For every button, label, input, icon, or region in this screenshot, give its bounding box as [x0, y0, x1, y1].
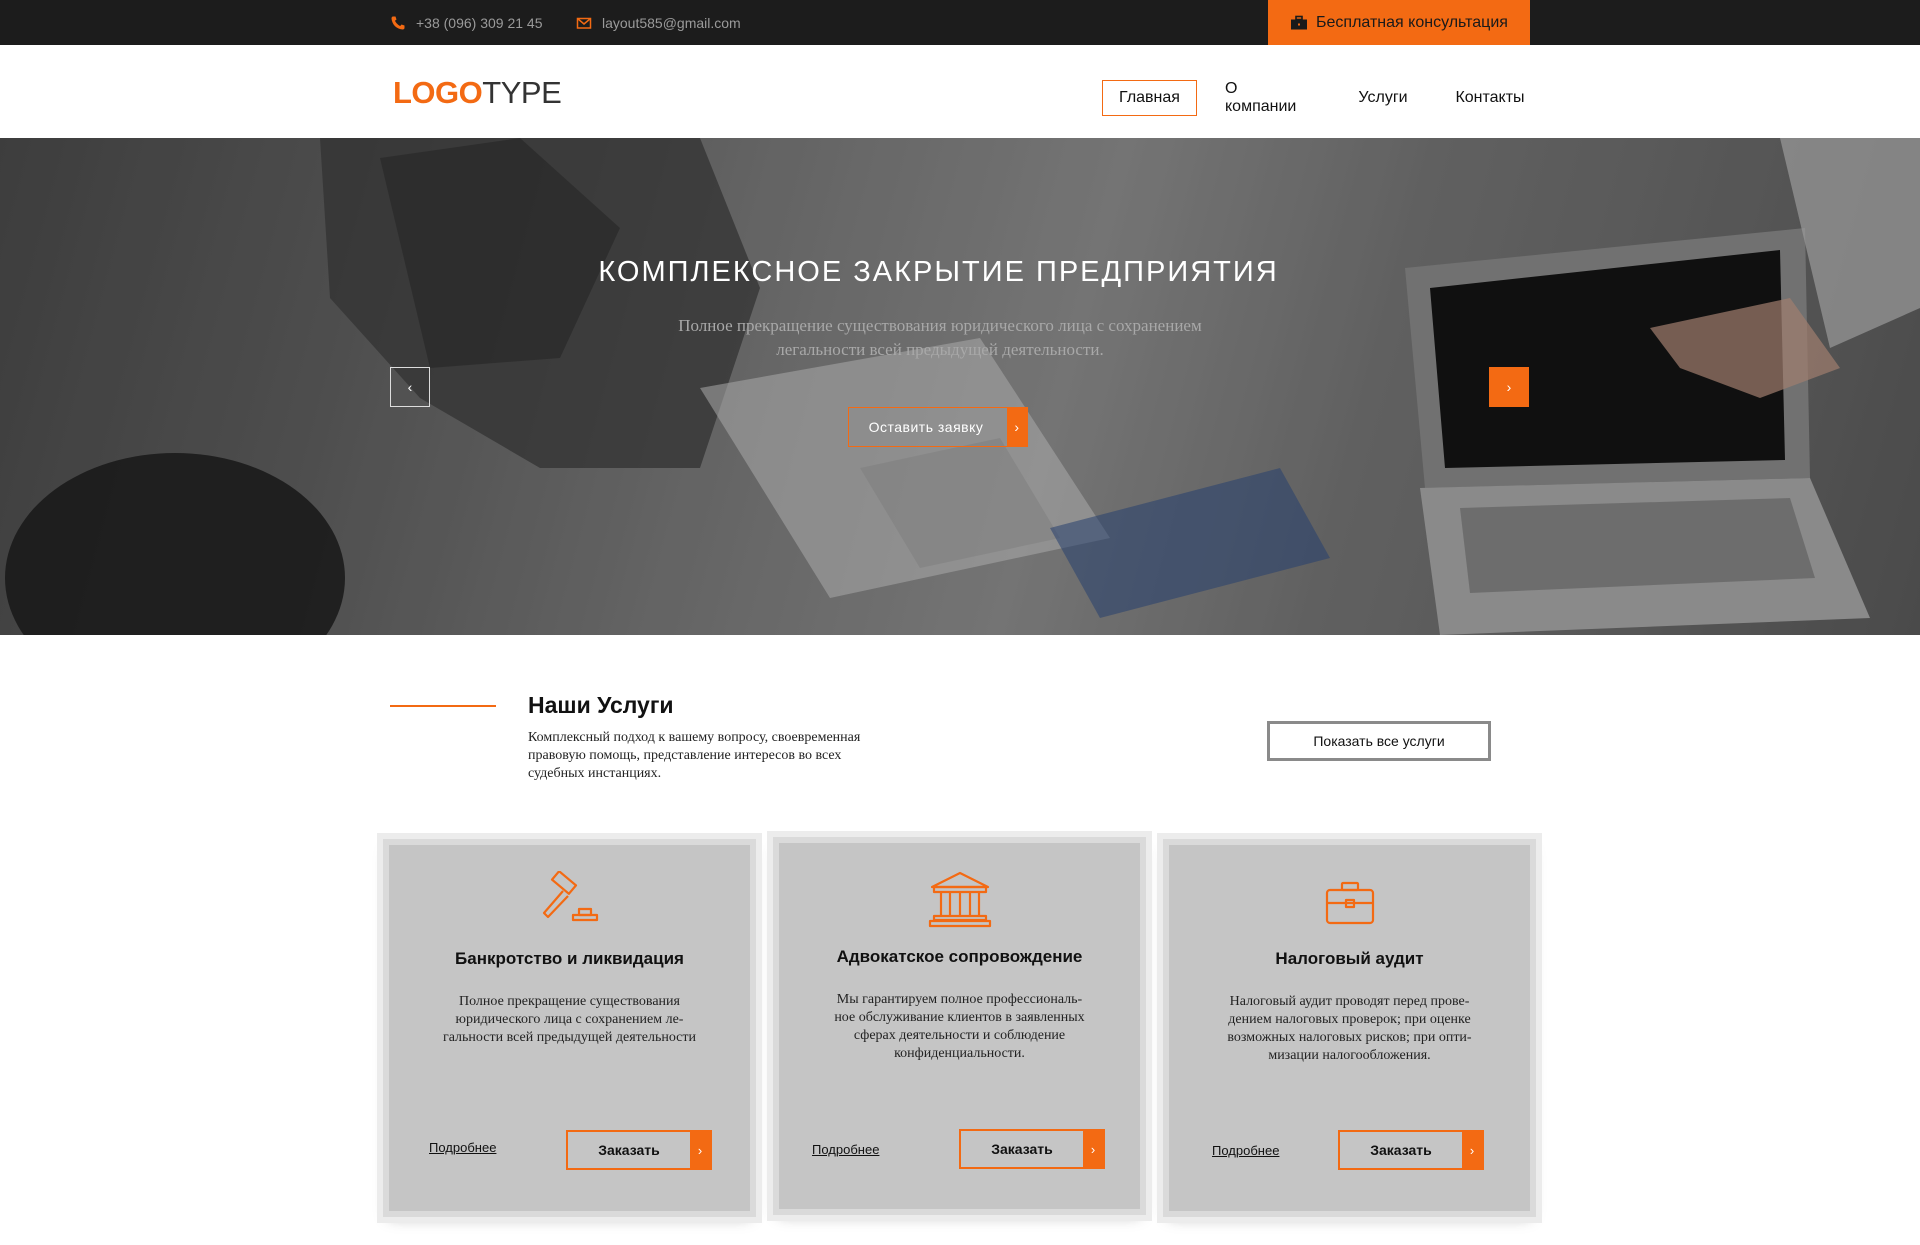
service-description-line: ное обслуживание клиентов в заявленных [834, 1010, 1085, 1025]
nav-item-about[interactable]: О компании [1209, 80, 1329, 116]
chevron-right-icon: › [1462, 1132, 1482, 1168]
service-card-advocacy: Адвокатское сопровождение Мы гарантируем… [779, 843, 1140, 1209]
hero-overlay [0, 138, 1920, 635]
services-description-line: правовую помощь, представление интересов… [528, 748, 842, 763]
nav-item-services[interactable]: Услуги [1342, 80, 1424, 116]
more-link[interactable]: Подробнее [429, 1140, 496, 1155]
order-button[interactable]: Заказать › [566, 1130, 712, 1170]
order-button[interactable]: Заказать › [959, 1129, 1105, 1169]
services-description-line: Комплексный подход к вашему вопросу, сво… [528, 730, 861, 745]
service-icon-wrapper [1169, 871, 1530, 933]
logo-part-accent: LOGO [393, 75, 483, 110]
services-description-line: судебных инстанциях. [528, 766, 662, 781]
service-description-line: возможных налоговых рисков; при опти- [1227, 1030, 1472, 1045]
nav-item-home[interactable]: Главная [1102, 80, 1197, 116]
service-icon-wrapper [389, 871, 750, 933]
service-title: Налоговый аудит [1275, 949, 1424, 968]
more-link[interactable]: Подробнее [812, 1142, 879, 1157]
leave-request-label: Оставить заявку [868, 419, 984, 435]
phone-contact[interactable]: +38 (096) 309 21 45 [390, 0, 543, 45]
service-description-line: гальности всей предыдущей деятельности [442, 1030, 697, 1045]
service-title: Банкротство и ликвидация [455, 949, 684, 968]
service-title: Адвокатское сопровождение [836, 947, 1083, 966]
courthouse-icon [928, 871, 991, 928]
hero-subtitle-line: Полное прекращение существования юридиче… [678, 316, 1202, 335]
email-contact[interactable]: layout585@gmail.com [576, 0, 741, 45]
services-section-description: Комплексный подход к вашему вопросу, сво… [528, 729, 928, 783]
service-description-line: Мы гарантируем полное профессиональ- [836, 992, 1083, 1007]
hero-slider: КОМПЛЕКСНОЕ ЗАКРЫТИЕ ПРЕДПРИЯТИЯ Полное … [0, 138, 1920, 635]
service-description-line: юридического лица с сохранением ле- [455, 1012, 684, 1027]
order-button[interactable]: Заказать › [1338, 1130, 1484, 1170]
service-card-bankruptcy: Банкротство и ликвидация Полное прекраще… [389, 845, 750, 1211]
site-header: LOGOTYPE Главная О компании Услуги Конта… [0, 45, 1920, 138]
more-link[interactable]: Подробнее [1212, 1143, 1279, 1158]
hero-subtitle: Полное прекращение существования юридиче… [620, 314, 1260, 362]
order-label: Заказать [1370, 1142, 1432, 1158]
service-description-line: Налоговый аудит проводят перед прове- [1229, 994, 1470, 1009]
service-description: Налоговый аудит проводят перед прове- де… [1203, 993, 1496, 1065]
service-description-line: дением налоговых проверок; при оценке [1228, 1012, 1471, 1027]
hero-subtitle-line: легальности всей предыдущей деятельности… [776, 340, 1104, 359]
phone-icon [391, 16, 405, 29]
show-all-services-button[interactable]: Показать все услуги [1267, 721, 1491, 761]
logo-part-plain: TYPE [482, 75, 562, 110]
service-description: Мы гарантируем полное профессиональ- ное… [813, 991, 1106, 1063]
section-accent-rule [390, 705, 496, 707]
slider-next-button[interactable]: › [1489, 367, 1529, 407]
leave-request-button[interactable]: Оставить заявку › [848, 407, 1028, 447]
service-description-line: конфиденциальности. [894, 1046, 1025, 1061]
chevron-right-icon: › [690, 1132, 710, 1168]
logo[interactable]: LOGOTYPE [393, 75, 562, 110]
top-bar: +38 (096) 309 21 45 layout585@gmail.com … [0, 0, 1920, 45]
slider-prev-button[interactable]: ‹ [390, 367, 430, 407]
briefcase-icon [1291, 15, 1308, 29]
service-icon-wrapper [779, 869, 1140, 931]
free-consultation-label: Бесплатная консультация [1316, 13, 1508, 31]
phone-text: +38 (096) 309 21 45 [416, 14, 543, 31]
service-description-line: сферах деятельности и соблюдение [853, 1028, 1066, 1043]
envelope-icon [576, 17, 592, 29]
briefcase-icon [1325, 881, 1374, 925]
free-consultation-button[interactable]: Бесплатная консультация [1268, 0, 1530, 45]
gavel-icon [542, 871, 598, 922]
chevron-right-icon: › [1083, 1131, 1103, 1167]
service-card-tax-audit: Налоговый аудит Налоговый аудит проводят… [1169, 845, 1530, 1211]
service-description-line: мизации налогообложения. [1268, 1048, 1431, 1063]
service-description: Полное прекращение существования юридиче… [423, 993, 716, 1047]
chevron-left-icon: ‹ [407, 379, 413, 395]
services-section-title: Наши Услуги [528, 692, 674, 718]
service-description-line: Полное прекращение существования [459, 994, 680, 1009]
email-text: layout585@gmail.com [602, 14, 741, 31]
chevron-right-icon: › [1506, 379, 1512, 395]
chevron-right-icon: › [1007, 408, 1027, 446]
nav-item-contacts[interactable]: Контакты [1437, 80, 1543, 116]
hero-title: КОМПЛЕКСНОЕ ЗАКРЫТИЕ ПРЕДПРИЯТИЯ [598, 256, 1279, 288]
order-label: Заказать [991, 1141, 1053, 1157]
order-label: Заказать [598, 1142, 660, 1158]
